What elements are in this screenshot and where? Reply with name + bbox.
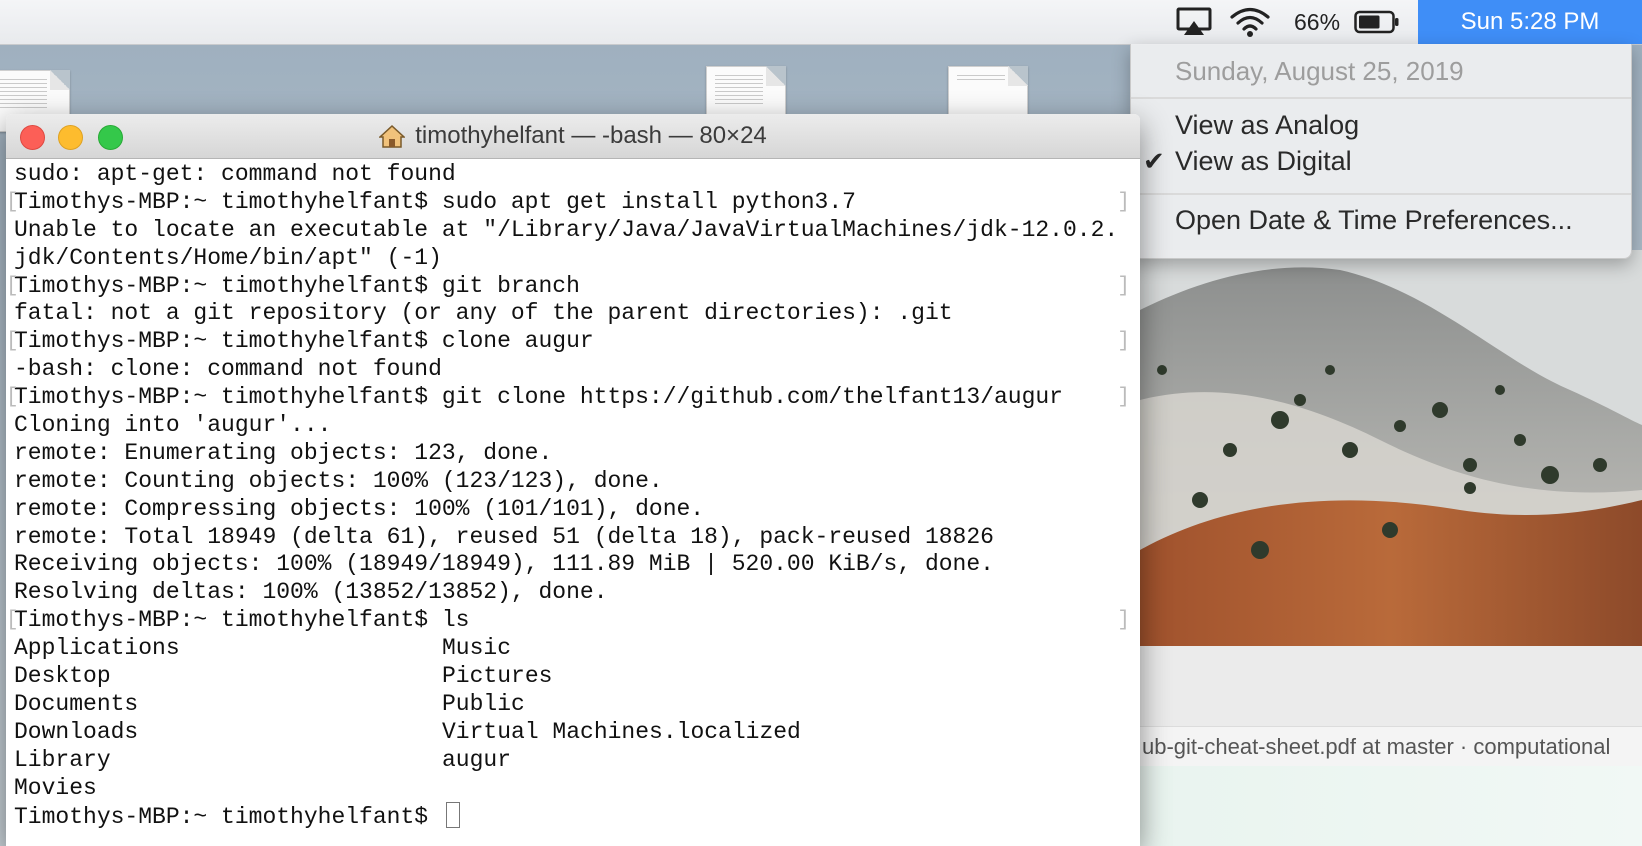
terminal-line: remote: Counting objects: 100% (123/123)… [14,467,663,494]
terminal-content[interactable]: sudo: apt-get: command not found Timothy… [6,161,1130,830]
ls-output-row: Applications Music [14,635,1130,663]
clock-menu: Sunday, August 25, 2019 View as Analog ✔… [1130,44,1632,259]
menu-item-view-as-analog[interactable]: View as Analog [1175,110,1359,141]
wallpaper-photo [1140,250,1642,646]
terminal-line: Receiving objects: 100% (18949/18949), 1… [14,551,994,578]
battery-percentage[interactable]: 66% [1294,0,1340,44]
text-cursor [445,802,460,829]
terminal-window[interactable]: timothyhelfant — -bash — 80×24 sudo: apt… [6,114,1140,846]
ls-entry: Applications [14,635,180,662]
terminal-line: remote: Enumerating objects: 123, done. [14,439,553,466]
ls-output-row: Documents Public [14,691,1130,719]
menu-bar: 66% Sun 5:28 PM [0,0,1642,45]
menu-separator [1131,193,1631,195]
ls-output-row: Library augur [14,747,1130,775]
ls-entry: Documents [14,690,139,717]
browser-toolbar-area [1140,646,1642,726]
ls-entry: Movies [14,774,97,801]
ls-output-row: Desktop Pictures [14,663,1130,691]
terminal-line: fatal: not a git repository (or any of t… [14,300,953,327]
ls-entry: Music [442,635,512,662]
ls-entry: Virtual Machines.localized [442,718,801,745]
menu-item-open-date-time-preferences[interactable]: Open Date & Time Preferences... [1175,205,1573,236]
terminal-line: remote: Compressing objects: 100% (101/1… [14,495,705,522]
terminal-line: Resolving deltas: 100% (13852/13852), do… [14,579,608,606]
terminal-line: Unable to locate an executable at "/Libr… [14,216,1119,243]
checkmark-icon: ✔ [1143,146,1165,176]
terminal-line: remote: Total 18949 (delta 61), reused 5… [14,523,994,550]
menu-separator [1131,97,1631,99]
prompt-text: Timothys-MBP:~ timothyhelfant$ [14,804,442,831]
ls-output-row: Movies [14,775,1130,803]
terminal-line: Timothys-MBP:~ timothyhelfant$ clone aug… [6,328,1130,356]
ls-entry: Pictures [442,663,553,690]
ls-entry: Downloads [14,718,139,745]
ls-output-row: Downloads Virtual Machines.localized [14,719,1130,747]
terminal-line: Timothys-MBP:~ timothyhelfant$ git branc… [6,273,1130,301]
terminal-line: -bash: clone: command not found [14,356,442,383]
home-folder-icon [379,124,406,148]
menu-item-view-as-digital[interactable]: View as Digital [1175,146,1352,177]
terminal-line: Cloning into 'augur'... [14,412,332,439]
ls-entry: Library [14,746,111,773]
clock-menu-date: Sunday, August 25, 2019 [1175,56,1464,86]
wifi-icon[interactable] [1230,0,1270,44]
terminal-prompt-line[interactable]: Timothys-MBP:~ timothyhelfant$ [14,802,1130,830]
terminal-line: sudo: apt-get: command not found [14,161,456,187]
browser-tab-title[interactable]: ub-git-cheat-sheet.pdf at master · compu… [1140,726,1642,766]
window-title-text: timothyhelfant — -bash — 80×24 [415,122,767,149]
terminal-line: jdk/Contents/Home/bin/apt" (-1) [14,244,442,271]
window-title: timothyhelfant — -bash — 80×24 [6,114,1140,158]
battery-icon[interactable] [1354,0,1400,44]
terminal-line: Timothys-MBP:~ timothyhelfant$ git clone… [6,384,1130,412]
menubar-clock[interactable]: Sun 5:28 PM [1418,0,1642,44]
browser-content [1140,766,1642,846]
terminal-line: Timothys-MBP:~ timothyhelfant$ sudo apt … [6,189,1130,217]
ls-entry: Desktop [14,663,111,690]
terminal-line: Timothys-MBP:~ timothyhelfant$ ls [6,607,1130,635]
ls-entry: augur [442,746,512,773]
terminal-titlebar[interactable]: timothyhelfant — -bash — 80×24 [6,114,1140,159]
airplay-icon[interactable] [1176,0,1212,44]
ls-entry: Public [442,690,525,717]
